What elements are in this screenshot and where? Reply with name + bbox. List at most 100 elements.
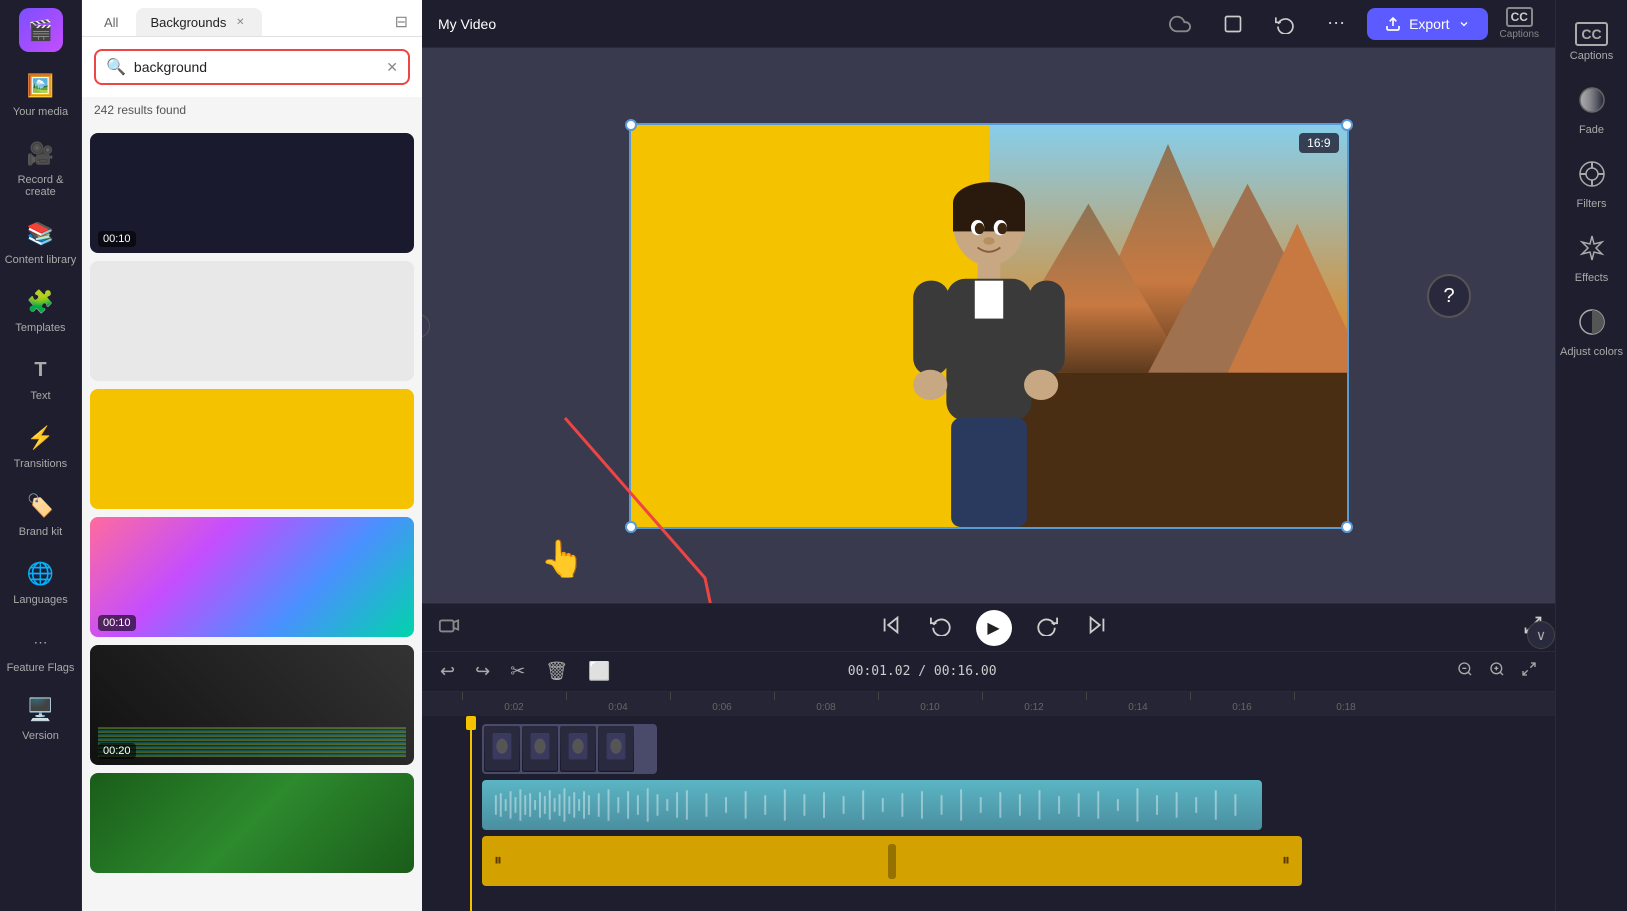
sidebar-item-version[interactable]: 🖥️ Version — [0, 684, 81, 752]
copy-button[interactable]: ⬜ — [582, 657, 616, 686]
crop-button[interactable] — [1213, 8, 1253, 40]
search-clear-icon[interactable]: ✕ — [386, 59, 398, 76]
sidebar-item-label: Languages — [13, 594, 67, 606]
media-item-dark[interactable]: 00:10 — [90, 133, 414, 253]
right-tool-effects[interactable]: Effects — [1556, 224, 1627, 294]
timeline-time: 00:01.02 / 00:16.00 — [848, 664, 997, 679]
tab-all[interactable]: All — [90, 8, 132, 36]
collapse-timeline-button[interactable]: ∨ — [1527, 621, 1555, 649]
clip-thumb-4 — [598, 726, 634, 772]
media-duration: 00:10 — [98, 231, 136, 247]
total-time: 00:16.00 — [934, 664, 997, 679]
sidebar-item-label: Transitions — [14, 458, 67, 470]
left-sidebar: 🎬 🖼️ Your media 🎥 Record & create 📚 Cont… — [0, 0, 82, 911]
zoom-in-button[interactable] — [1483, 657, 1511, 686]
canvas-handle-bl[interactable] — [625, 521, 637, 533]
tab-backgrounds[interactable]: Backgrounds ✕ — [136, 8, 262, 36]
aspect-ratio-badge: 16:9 — [1299, 133, 1338, 153]
media-item-glitch[interactable]: 00:20 — [90, 645, 414, 765]
sidebar-item-content-library[interactable]: 📚 Content library — [0, 208, 81, 276]
canvas-handle-br[interactable] — [1341, 521, 1353, 533]
rewind-button[interactable] — [926, 610, 956, 646]
more-options-button[interactable]: ⋯ — [1317, 7, 1355, 40]
ruler-mark-4: 0:10 — [878, 692, 982, 716]
sidebar-item-label: Record & create — [4, 174, 77, 198]
media-item-yellow[interactable] — [90, 389, 414, 509]
video-area: 16:9 ‹ ? 👆 — [422, 48, 1555, 603]
tab-close-icon[interactable]: ✕ — [232, 14, 248, 30]
clip-thumb-3 — [560, 726, 596, 772]
sidebar-item-feature-flags[interactable]: ⋯ Feature Flags — [0, 616, 81, 684]
sidebar-item-transitions[interactable]: ⚡ Transitions — [0, 412, 81, 480]
export-label: Export — [1409, 16, 1449, 32]
media-item-gradient[interactable]: 00:10 — [90, 517, 414, 637]
cloud-save-button[interactable] — [1159, 7, 1201, 41]
right-tool-captions[interactable]: CC Captions — [1556, 12, 1627, 72]
sidebar-item-label: Feature Flags — [7, 662, 75, 674]
bg-track-clip[interactable]: ⏸ ⏸ — [482, 836, 1302, 886]
export-button[interactable]: Export — [1367, 8, 1487, 40]
delete-button[interactable]: 🗑 — [539, 657, 574, 686]
undo-button[interactable]: ↩ — [434, 657, 461, 686]
right-tool-fade-label: Fade — [1579, 124, 1604, 136]
play-button[interactable]: ▶ — [976, 610, 1012, 646]
sidebar-item-label: Content library — [5, 254, 77, 266]
search-input[interactable] — [134, 59, 378, 75]
media-preview-dark — [90, 133, 414, 253]
video-track-row — [430, 724, 1547, 774]
audio-track-clip[interactable] — [482, 780, 1262, 830]
skip-back-button[interactable] — [876, 610, 906, 646]
media-duration-gradient: 00:10 — [98, 615, 136, 631]
ruler-mark-6: 0:14 — [1086, 692, 1190, 716]
sidebar-item-text[interactable]: T Text — [0, 344, 81, 412]
sidebar-item-label: Templates — [15, 322, 65, 334]
playhead[interactable] — [470, 716, 472, 911]
redo-button[interactable]: ↪ — [469, 657, 496, 686]
cut-button[interactable]: ✂ — [504, 657, 531, 686]
sidebar-item-your-media[interactable]: 🖼️ Your media — [0, 60, 81, 128]
canvas-handle-tr[interactable] — [1341, 119, 1353, 131]
ruler-mark-7: 0:16 — [1190, 692, 1294, 716]
fade-icon — [1578, 86, 1606, 120]
right-tool-fade[interactable]: Fade — [1556, 76, 1627, 146]
search-area: 🔍 ✕ — [82, 37, 422, 97]
rotate-button[interactable] — [1265, 8, 1305, 40]
ruler-mark-8: 0:18 — [1294, 692, 1398, 716]
sidebar-item-brand-kit[interactable]: 🏷️ Brand kit — [0, 480, 81, 548]
right-tool-filters[interactable]: Filters — [1556, 150, 1627, 220]
zoom-controls — [1451, 657, 1543, 686]
filters-icon — [1578, 160, 1606, 194]
video-track-clip[interactable] — [482, 724, 657, 774]
help-button[interactable]: ? — [1427, 274, 1471, 318]
media-item-green[interactable] — [90, 773, 414, 873]
right-tool-adjust-colors-label: Adjust colors — [1560, 346, 1623, 358]
zoom-out-button[interactable] — [1451, 657, 1479, 686]
right-tool-filters-label: Filters — [1577, 198, 1607, 210]
timeline-tracks: ⏸ ⏸ — [422, 716, 1555, 911]
webcam-button[interactable] — [434, 610, 464, 646]
sidebar-item-record-create[interactable]: 🎥 Record & create — [0, 128, 81, 208]
results-count: 242 results found — [82, 97, 422, 125]
right-tool-adjust-colors[interactable]: Adjust colors — [1556, 298, 1627, 368]
bg-track-end-handle[interactable]: ⏸ — [1278, 852, 1294, 870]
skip-next-button[interactable] — [1082, 610, 1112, 646]
panel-scroll-down[interactable]: ⊟ — [389, 8, 414, 36]
app-logo[interactable]: 🎬 — [19, 8, 63, 52]
sidebar-item-languages[interactable]: 🌐 Languages — [0, 548, 81, 616]
timeline-area: ↩ ↪ ✂ 🗑 ⬜ 00:01.02 / 00:16.00 — [422, 651, 1555, 911]
track-end-handle[interactable] — [888, 844, 896, 879]
sidebar-item-label: Version — [22, 730, 59, 742]
sidebar-item-templates[interactable]: 🧩 Templates — [0, 276, 81, 344]
bg-track-lock-button[interactable]: ⏸ — [490, 852, 506, 870]
video-track-content — [438, 724, 1547, 774]
canvas-handle-tl[interactable] — [625, 119, 637, 131]
fit-button[interactable] — [1515, 657, 1543, 686]
media-item-light[interactable] — [90, 261, 414, 381]
captions-tool[interactable]: CC Captions — [1500, 7, 1539, 40]
playhead-handle[interactable] — [466, 716, 476, 730]
media-preview-yellow — [90, 389, 414, 509]
collapse-panel-button[interactable]: ‹ — [422, 314, 430, 338]
video-canvas: 16:9 — [629, 123, 1349, 529]
forward-button[interactable] — [1032, 610, 1062, 646]
audio-track-row — [430, 780, 1547, 830]
